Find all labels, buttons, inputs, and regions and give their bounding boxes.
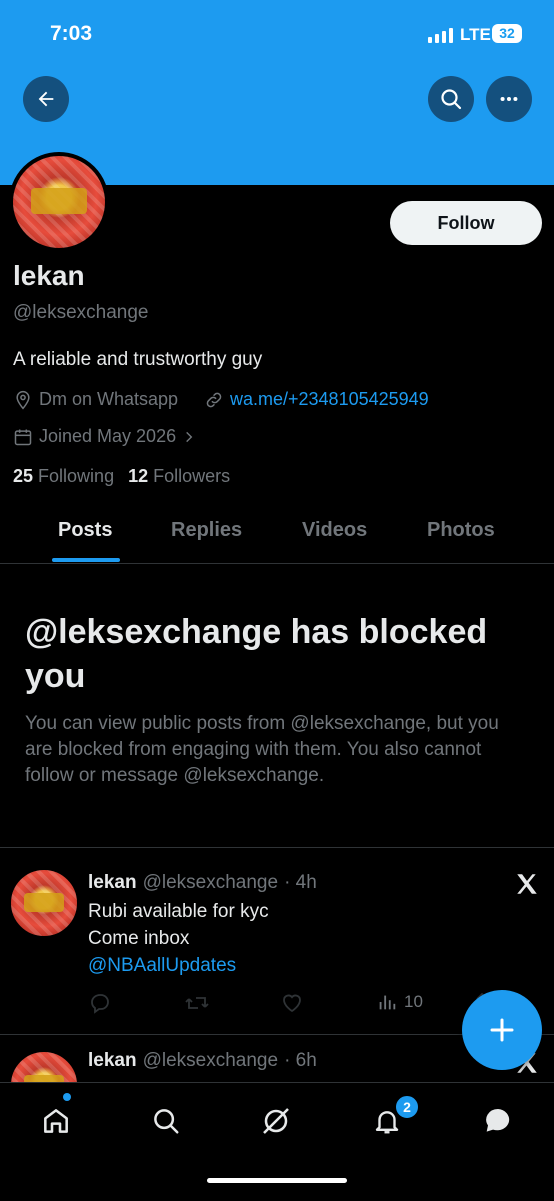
following-label: Following xyxy=(38,466,115,486)
link-icon xyxy=(206,392,222,407)
home-icon xyxy=(44,1109,68,1133)
calendar-icon xyxy=(14,429,32,445)
post-time: · 6h xyxy=(284,1050,317,1071)
profile-tabs: Posts Replies Videos Photos xyxy=(0,505,554,564)
post-body: Rubi available for kyc Come inbox @NBAal… xyxy=(88,898,269,979)
follow-button[interactable]: Follow xyxy=(390,201,542,245)
chat-bubble-icon xyxy=(486,1109,510,1132)
post-line: Rubi available for kyc xyxy=(88,901,269,922)
profile-location: Dm on Whatsapp xyxy=(13,389,178,410)
followers-label: Followers xyxy=(153,466,231,486)
post-time: · 4h xyxy=(284,872,317,893)
home-unread-dot xyxy=(63,1093,71,1101)
post-author-handle[interactable]: @leksexchange xyxy=(143,1050,278,1072)
nav-search[interactable] xyxy=(146,1101,186,1141)
location-text: Dm on Whatsapp xyxy=(39,389,179,409)
profile-handle: @leksexchange xyxy=(13,302,149,323)
nav-messages[interactable] xyxy=(478,1101,518,1141)
profile-website[interactable]: wa.me/+2348105425949 xyxy=(204,389,429,410)
views-count: 10 xyxy=(404,992,423,1011)
grok-icon xyxy=(263,1108,289,1134)
following-count: 25 xyxy=(13,466,34,486)
profile-avatar[interactable] xyxy=(9,152,109,252)
post-avatar[interactable] xyxy=(9,868,79,938)
bottom-navigation xyxy=(0,1082,554,1201)
more-options-button[interactable] xyxy=(486,76,532,122)
profile-name: lekan xyxy=(13,260,85,291)
joined-text: Joined May 2026 xyxy=(39,426,177,446)
arrow-left-icon xyxy=(38,91,54,107)
tab-photos[interactable]: Photos xyxy=(427,519,495,542)
location-pin-icon xyxy=(16,390,30,409)
repost-button[interactable] xyxy=(184,991,210,1015)
post-author-name[interactable]: lekan xyxy=(88,1050,137,1072)
x-logo-icon xyxy=(517,874,537,894)
followers-count: 12 xyxy=(128,466,149,486)
chevron-right-icon xyxy=(186,431,193,442)
nav-grok[interactable] xyxy=(256,1101,296,1141)
post-header: lekan @leksexchange · 4h xyxy=(88,872,317,894)
back-button[interactable] xyxy=(23,76,69,122)
more-horizontal-icon xyxy=(500,96,518,102)
notifications-badge: 2 xyxy=(394,1094,420,1120)
compose-button[interactable] xyxy=(462,990,542,1070)
reply-icon xyxy=(91,994,109,1014)
divider xyxy=(0,847,554,848)
status-bar: 7:03 LTE 32 xyxy=(0,0,554,70)
post-mention[interactable]: @NBAallUpdates xyxy=(88,952,269,979)
home-indicator xyxy=(207,1178,347,1183)
heart-icon xyxy=(283,994,301,1013)
tab-posts[interactable]: Posts xyxy=(58,519,112,542)
reply-button[interactable] xyxy=(88,991,112,1015)
search-icon xyxy=(441,89,462,110)
bar-chart-icon xyxy=(379,995,396,1010)
plus-icon xyxy=(490,1018,514,1042)
post-author-name[interactable]: lekan xyxy=(88,872,137,894)
like-button[interactable] xyxy=(280,991,304,1015)
active-tab-indicator xyxy=(52,558,120,562)
post-header: lekan @leksexchange · 6h xyxy=(88,1050,317,1072)
network-label: LTE xyxy=(460,25,491,44)
following-link[interactable]: 25 Following xyxy=(13,466,114,487)
followers-link[interactable]: 12 Followers xyxy=(128,466,230,487)
follow-counts: 25 Following 12 Followers xyxy=(13,466,230,487)
blocked-title: @leksexchange has blocked you xyxy=(25,613,488,695)
search-icon xyxy=(154,1109,179,1134)
website-link[interactable]: wa.me/+2348105425949 xyxy=(230,389,429,410)
battery-icon: 32 xyxy=(492,24,522,43)
tab-replies[interactable]: Replies xyxy=(171,519,242,542)
repost-icon xyxy=(185,997,209,1009)
blocked-message: You can view public posts from @leksexch… xyxy=(25,713,499,786)
post-author-handle[interactable]: @leksexchange xyxy=(143,872,278,894)
nav-home[interactable] xyxy=(36,1101,76,1141)
tab-videos[interactable]: Videos xyxy=(302,519,367,542)
post-line: Come inbox xyxy=(88,928,190,949)
views-button[interactable]: 10 xyxy=(376,991,423,1013)
profile-bio: A reliable and trustworthy guy xyxy=(13,349,263,370)
status-time: 7:03 xyxy=(50,22,93,45)
profile-joined[interactable]: Joined May 2026 xyxy=(13,426,196,447)
signal-icon xyxy=(428,28,453,43)
search-button[interactable] xyxy=(428,76,474,122)
